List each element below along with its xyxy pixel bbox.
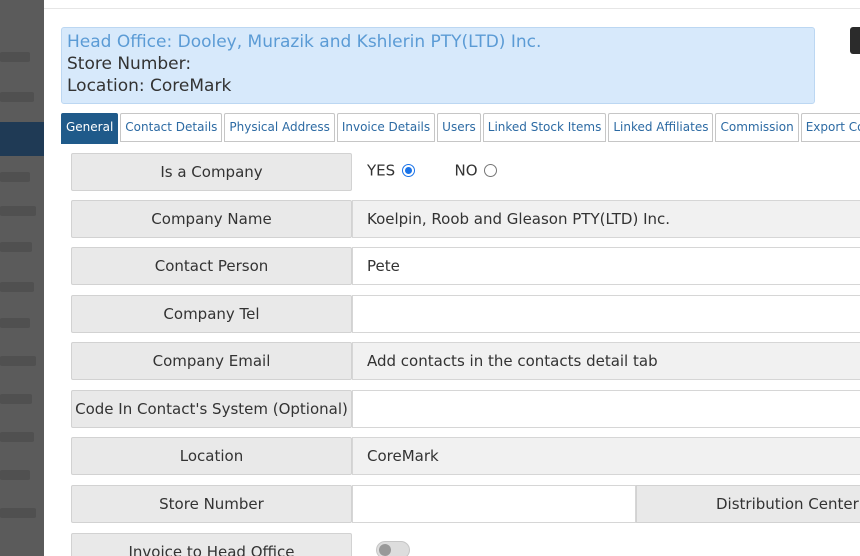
no-radio[interactable] <box>484 164 498 177</box>
store-number-text: Store Number: <box>67 54 192 74</box>
company-email-row: Company Email Add contacts in the contac… <box>71 342 860 380</box>
company-tel-row: Company Tel <box>71 295 860 333</box>
invoice-to-head-office-row: Invoice to Head Office <box>71 533 860 556</box>
store-number-label: Store Number <box>71 485 352 523</box>
tab-invoice-details[interactable]: Invoice Details <box>336 113 436 142</box>
tab-linked-stock-items[interactable]: Linked Stock Items <box>482 113 607 142</box>
company-tel-label: Company Tel <box>71 295 352 333</box>
store-number-field[interactable] <box>352 485 636 523</box>
tab-contact-details[interactable]: Contact Details <box>120 113 223 142</box>
head-office-text: Head Office: Dooley, Murazik and Kshleri… <box>67 32 542 52</box>
tab-commission[interactable]: Commission <box>715 113 799 142</box>
company-name-row: Company Name Koelpin, Roob and Gleason P… <box>71 200 860 238</box>
company-tel-field[interactable] <box>352 295 860 333</box>
is-company-row: Is a Company YES NO <box>71 153 860 191</box>
is-company-radio-group: YES NO <box>367 153 498 191</box>
sidebar-active-item <box>0 122 44 156</box>
yes-radio[interactable] <box>401 164 415 177</box>
is-company-label: Is a Company <box>71 153 352 191</box>
distribution-center-label: Distribution Center <box>636 485 860 523</box>
invoice-to-head-office-label: Invoice to Head Office <box>71 533 352 556</box>
tab-export-configuration[interactable]: Export Configuration <box>800 113 860 142</box>
company-email-field: Add contacts in the contacts detail tab <box>352 342 860 380</box>
close-button[interactable] <box>850 27 860 54</box>
company-name-field[interactable]: Koelpin, Roob and Gleason PTY(LTD) Inc. <box>352 200 860 238</box>
contact-person-field[interactable]: Pete <box>352 247 860 285</box>
contact-person-row: Contact Person Pete <box>71 247 860 285</box>
code-in-contact-row: Code In Contact's System (Optional) <box>71 390 860 428</box>
code-in-contact-label: Code In Contact's System (Optional) <box>71 390 352 428</box>
store-number-row: Store Number Distribution Center <box>71 485 860 523</box>
no-option-label: NO <box>454 161 478 180</box>
location-text: Location: CoreMark <box>67 76 232 96</box>
location-label: Location <box>71 437 352 475</box>
tab-physical-address[interactable]: Physical Address <box>224 113 335 142</box>
store-detail-modal: Head Office: Dooley, Murazik and Kshleri… <box>44 0 860 556</box>
modal-header-divider <box>44 8 860 9</box>
tab-general[interactable]: General <box>61 113 119 144</box>
company-email-label: Company Email <box>71 342 352 380</box>
code-in-contact-field[interactable] <box>352 390 860 428</box>
location-field: CoreMark <box>352 437 860 475</box>
store-info-banner: Head Office: Dooley, Murazik and Kshleri… <box>61 27 815 104</box>
company-name-label: Company Name <box>71 200 352 238</box>
yes-option-label: YES <box>367 161 396 180</box>
app-backdrop <box>0 0 44 556</box>
location-row: Location CoreMark <box>71 437 860 475</box>
tab-bar: General Contact Details Physical Address In… <box>61 113 860 144</box>
tab-users[interactable]: Users <box>437 113 481 142</box>
tab-linked-affiliates[interactable]: Linked Affiliates <box>608 113 714 142</box>
contact-person-label: Contact Person <box>71 247 352 285</box>
invoice-to-head-office-toggle[interactable] <box>376 541 410 556</box>
